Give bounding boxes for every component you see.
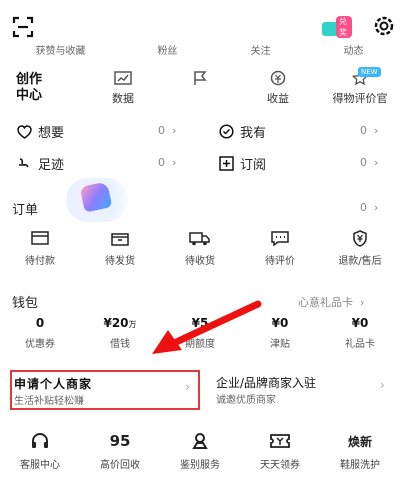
- order-pending-shipment[interactable]: 待发货: [80, 230, 160, 267]
- scan-icon[interactable]: [12, 16, 34, 38]
- red-arrow-annotation: [152, 300, 262, 354]
- service-identify[interactable]: 鉴别服务: [160, 432, 240, 471]
- flag-icon: [194, 71, 207, 85]
- want-value: 0 ›: [158, 124, 177, 137]
- stat-likes[interactable]: 获赞与收藏: [0, 42, 121, 60]
- merchant-subtitle: 生活补贴轻松赚: [14, 396, 84, 407]
- creator-item-label: 数据: [112, 92, 134, 105]
- order-label: 待发货: [105, 256, 135, 267]
- profile-stats: 获赞与收藏 粉丝 关注 动态: [0, 42, 400, 60]
- stat-posts[interactable]: 动态: [307, 42, 400, 60]
- wallet-loan[interactable]: ¥20万 借钱: [80, 316, 160, 350]
- service-wash[interactable]: 焕新 鞋服洗护: [320, 432, 400, 472]
- brand-subtitle: 诚邀优质商家: [216, 395, 276, 406]
- chart-icon: [114, 71, 132, 85]
- card-icon: [31, 231, 49, 245]
- gift-tag: 兑奖: [336, 16, 352, 38]
- service-label: 鉴别服务: [180, 460, 220, 471]
- order-label: 待评价: [265, 256, 295, 267]
- plus-square-icon: [218, 156, 234, 172]
- wallet-label: 借钱: [110, 339, 130, 350]
- services-row: 客服中心 95 高价回收 鉴别服务 天天领券 焕新 鞋服洗护: [0, 432, 400, 471]
- creator-item-label: 收益: [267, 92, 289, 105]
- chevron-right-icon: ›: [185, 380, 190, 394]
- footprint-label: 足迹: [38, 158, 65, 173]
- new-badge: NEW: [358, 67, 381, 77]
- order-pending-receipt[interactable]: 待收货: [160, 230, 240, 267]
- subscribe-label: 订阅: [240, 158, 267, 173]
- service-label: 天天领券: [260, 460, 300, 471]
- shield-yen-icon: [353, 229, 367, 247]
- service-label: 高价回收: [100, 460, 140, 471]
- truck-icon: [189, 231, 210, 245]
- subscribe-value: 0 ›: [360, 156, 379, 169]
- apply-personal-merchant[interactable]: 申请个人商家 生活补贴轻松赚 ›: [10, 370, 200, 410]
- chevron-right-icon: ›: [380, 378, 385, 392]
- creator-title-line1: 创作: [16, 72, 43, 87]
- orders-row: 待付款 待发货 待收货 待评价 退款/售后: [0, 229, 400, 267]
- wash-icon: 焕新: [347, 434, 372, 449]
- service-recycle[interactable]: 95 高价回收: [80, 432, 160, 471]
- order-label: 待收货: [185, 256, 215, 267]
- list-subscribe[interactable]: 订阅: [218, 154, 266, 173]
- list-footprint[interactable]: 足迹: [16, 154, 64, 173]
- wallet-label: 礼品卡: [345, 339, 375, 350]
- brand-title: 企业/品牌商家入驻: [216, 376, 317, 390]
- thumbs-up-icon: [66, 178, 128, 222]
- box-icon: [111, 232, 129, 246]
- order-pending-review[interactable]: 待评价: [240, 230, 320, 267]
- creator-item-data[interactable]: 数据: [88, 70, 158, 106]
- wallet-label: 优惠券: [25, 339, 55, 350]
- coin-icon: [270, 70, 286, 86]
- service-coupon[interactable]: 天天领券: [240, 432, 320, 471]
- orders-title[interactable]: 订单: [12, 199, 38, 218]
- wallet-value: ¥20万: [103, 316, 137, 330]
- identify-icon: [192, 433, 208, 449]
- footprint-icon: [16, 156, 32, 172]
- orders-value[interactable]: 0 ›: [360, 201, 378, 214]
- stat-fans[interactable]: 粉丝: [121, 42, 214, 60]
- gift-card-link[interactable]: 心意礼品卡 ›: [298, 294, 364, 310]
- coupon-icon: [270, 434, 290, 448]
- gift-icon[interactable]: 兑奖: [318, 16, 352, 38]
- have-value: 0 ›: [360, 124, 379, 137]
- wallet-coupon[interactable]: 0 优惠券: [0, 316, 80, 350]
- comment-icon: [271, 231, 289, 246]
- headset-icon: [32, 433, 48, 448]
- creator-center-title[interactable]: 创作 中心: [16, 72, 56, 104]
- stat-following[interactable]: 关注: [214, 42, 307, 60]
- creator-item-flag[interactable]: [165, 70, 235, 90]
- gear-icon[interactable]: [372, 14, 396, 38]
- recycle-95-icon: 95: [109, 432, 131, 450]
- check-circle-icon: [218, 124, 234, 140]
- service-customer[interactable]: 客服中心: [0, 432, 80, 471]
- order-label: 待付款: [25, 256, 55, 267]
- list-have[interactable]: 我有: [218, 122, 266, 141]
- wallet-value: 0: [35, 316, 45, 330]
- service-label: 客服中心: [20, 460, 60, 471]
- merchant-title: 申请个人商家: [14, 377, 93, 391]
- order-label: 退款/售后: [338, 256, 382, 267]
- list-want[interactable]: 想要: [16, 122, 64, 141]
- wallet-giftcard[interactable]: ¥0 礼品卡: [320, 316, 400, 350]
- have-label: 我有: [240, 126, 267, 141]
- want-label: 想要: [38, 126, 65, 141]
- heart-icon: [16, 124, 32, 140]
- creator-item-earnings[interactable]: 收益: [243, 70, 313, 106]
- footprint-value: 0 ›: [158, 156, 177, 169]
- order-refund[interactable]: 退款/售后: [320, 229, 400, 267]
- creator-item-label: 得物评价官: [332, 92, 388, 105]
- wallet-title[interactable]: 钱包: [12, 292, 38, 311]
- creator-title-line2: 中心: [16, 88, 43, 103]
- order-pending-payment[interactable]: 待付款: [0, 230, 80, 267]
- wallet-value: ¥0: [351, 316, 369, 330]
- service-label: 鞋服洗护: [340, 460, 380, 471]
